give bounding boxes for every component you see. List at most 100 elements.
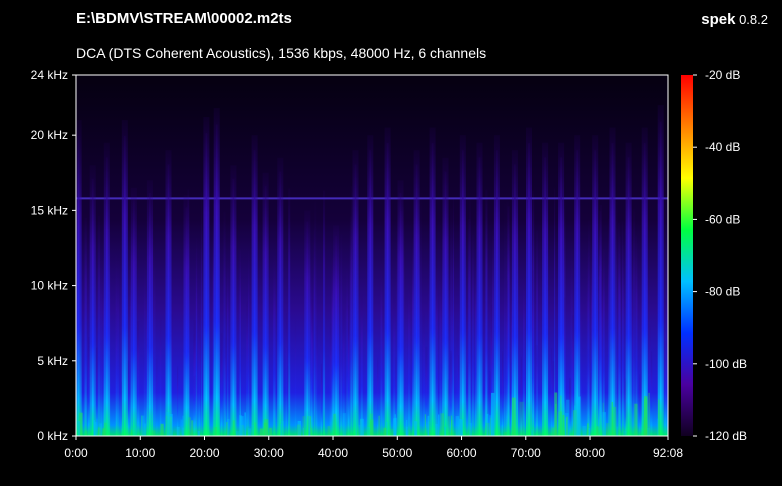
low-frequency-energy: [447, 416, 450, 436]
spectrum-streak: [97, 216, 101, 436]
spectrum-streak: [506, 280, 508, 436]
colorbar-tick-label: -60 dB: [705, 212, 740, 226]
y-tick-label: 10 kHz: [31, 279, 68, 293]
x-tick-label: 80:00: [575, 446, 605, 460]
spectrum-streak: [315, 257, 317, 436]
low-frequency-energy: [85, 430, 88, 436]
spectrum-streak: [246, 301, 249, 436]
spectrum-peak-core: [306, 221, 309, 436]
spectrum-streak: [615, 201, 618, 436]
low-frequency-energy: [169, 414, 173, 436]
low-frequency-energy: [444, 426, 447, 436]
low-frequency-energy: [239, 415, 242, 436]
spectrum-streak: [504, 273, 506, 436]
spectrum-streak: [485, 189, 488, 436]
colorbar-tick: -60 dB: [693, 212, 740, 226]
spectrum-peak-core: [264, 185, 267, 436]
low-frequency-energy: [197, 430, 200, 436]
spectrum-streak: [502, 351, 504, 436]
spectrum-streak: [405, 286, 408, 436]
low-frequency-energy: [260, 428, 264, 436]
spectrum-streak: [323, 190, 326, 436]
x-tick: 40:00: [318, 436, 348, 460]
low-frequency-energy: [93, 420, 96, 436]
x-tick-label: 10:00: [125, 446, 155, 460]
low-frequency-energy: [576, 397, 581, 436]
low-frequency-energy: [611, 401, 613, 436]
low-frequency-energy: [280, 421, 285, 436]
spectrum-peak-core: [279, 171, 282, 436]
low-frequency-energy: [644, 396, 648, 436]
colorbar-tick: -100 dB: [693, 357, 747, 371]
spectrum-peak-core: [627, 157, 630, 436]
spectrum-streak: [116, 260, 119, 436]
low-frequency-energy: [141, 415, 145, 436]
spectrum-peak-core: [544, 157, 546, 436]
spectrum-peak-core: [105, 157, 108, 436]
spectrum-streak: [474, 259, 477, 436]
low-frequency-energy: [562, 415, 565, 436]
spectrum-streak: [632, 209, 636, 436]
low-frequency-energy: [613, 406, 617, 436]
low-frequency-energy: [99, 423, 103, 436]
spectrum-streak: [285, 313, 287, 436]
x-tick-label: 0:00: [64, 446, 88, 460]
spectrum-streak: [639, 374, 641, 436]
x-tick: 10:00: [125, 436, 156, 460]
low-frequency-energy: [269, 427, 272, 436]
spectrum-streak: [382, 305, 384, 436]
spectrum-peak-core: [149, 193, 151, 436]
spectrogram-plot: [76, 75, 668, 436]
x-tick-label: 60:00: [447, 446, 477, 460]
spectrum-streak: [195, 375, 197, 436]
spectrum-peak-core: [444, 171, 447, 436]
low-frequency-energy: [504, 431, 507, 436]
spectrum-peak-core: [335, 235, 338, 436]
colorbar-tick-label: -40 dB: [705, 140, 740, 154]
low-frequency-energy: [176, 427, 180, 436]
spectrum-streak: [346, 264, 348, 436]
spectrum-streak: [294, 319, 297, 436]
spectrum-peak-core: [496, 150, 498, 436]
low-frequency-energy: [251, 425, 255, 436]
spectrum-peak-core: [514, 164, 516, 436]
colorbar-tick-label: -20 dB: [705, 68, 740, 82]
spectrum-streak: [622, 245, 625, 436]
low-frequency-energy: [491, 392, 495, 436]
colorbar-axis: -20 dB -40 dB -60 dB -80 dB -100 dB -120 dB: [693, 68, 747, 443]
spectrum-streak: [552, 361, 555, 436]
y-tick-label: 24 kHz: [31, 68, 68, 82]
spectrum-streak: [100, 249, 103, 436]
spectrum-streak: [608, 218, 610, 436]
y-tick: 0 kHz: [37, 429, 76, 443]
low-frequency-energy: [605, 423, 610, 436]
low-frequency-energy: [551, 427, 555, 436]
spectrum-streak: [420, 193, 422, 436]
low-frequency-energy: [296, 424, 301, 436]
spectrum-streak: [551, 347, 553, 436]
low-frequency-energy: [587, 423, 589, 436]
x-tick-label: 50:00: [382, 446, 412, 460]
spectrum-streak: [435, 267, 438, 436]
colorbar-tick-label: -120 dB: [705, 429, 747, 443]
spectrum-streak: [619, 236, 621, 436]
low-frequency-energy: [648, 392, 650, 436]
spectrum-streak: [531, 270, 534, 436]
low-frequency-energy: [327, 425, 330, 436]
spectrum-peak-core: [415, 164, 418, 436]
spectrum-peak-core: [431, 143, 434, 436]
low-frequency-energy: [342, 413, 347, 436]
spectrum-streak: [177, 366, 179, 436]
x-tick: 30:00: [254, 436, 284, 460]
low-frequency-energy: [104, 422, 107, 436]
low-frequency-energy: [333, 413, 336, 436]
spectrum-streak: [366, 305, 368, 436]
x-tick: 92:08: [653, 436, 683, 460]
y-tick: 10 kHz: [31, 279, 76, 293]
spectrum-streak: [220, 349, 222, 436]
colorbar-tick-label: -100 dB: [705, 357, 747, 371]
spectrum-streak: [193, 333, 195, 436]
colorbar-tick: -40 dB: [693, 140, 740, 154]
spectrum-streak: [428, 256, 430, 436]
low-frequency-energy: [501, 425, 503, 436]
